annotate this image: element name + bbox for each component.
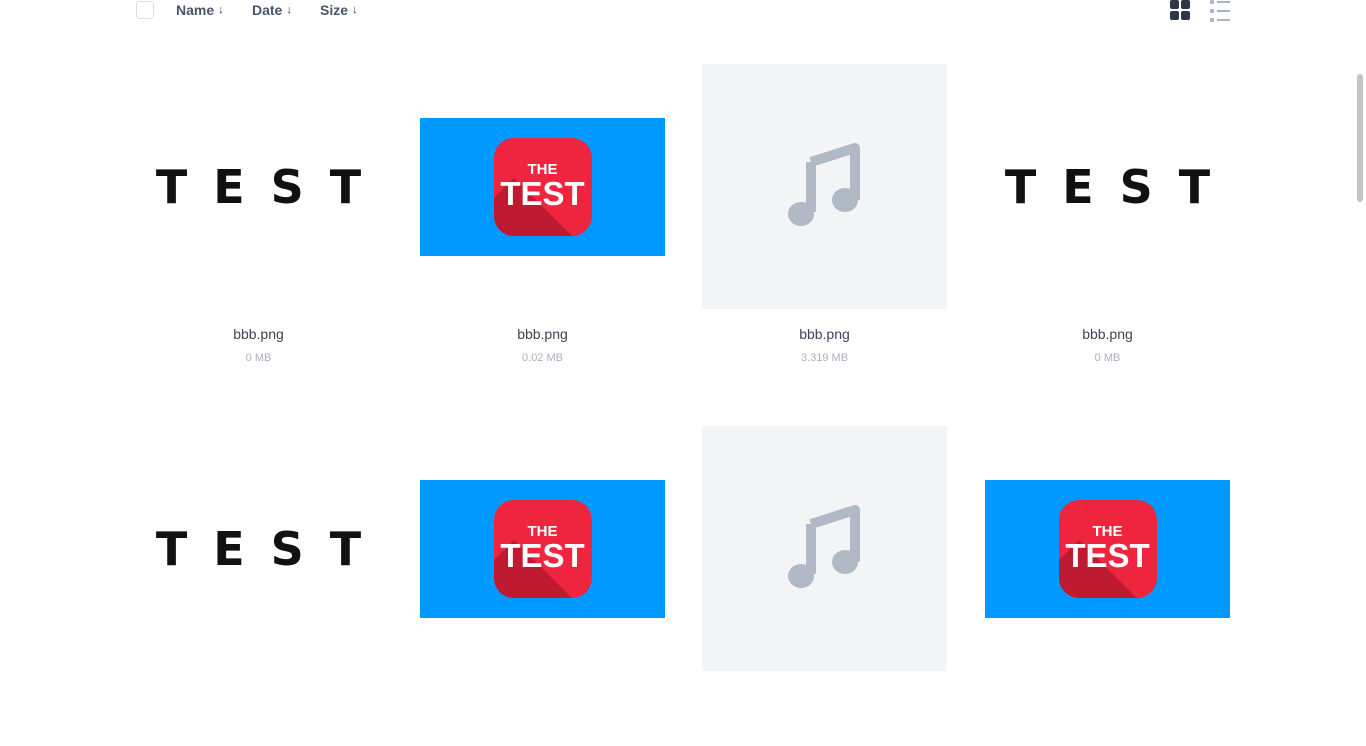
file-tile[interactable]: TEST bbb.png 0 MB — [136, 64, 381, 384]
sort-name-label: Name — [176, 2, 215, 18]
arrow-down-icon: ↓ — [286, 4, 292, 16]
thumbnail-banner: THE TEST — [420, 117, 665, 256]
badge-main-text: TEST — [500, 537, 585, 574]
file-size: 3.319 MB — [800, 352, 849, 364]
file-size: 0.02 MB — [522, 352, 563, 364]
file-thumbnail: TEST — [136, 426, 381, 671]
test-badge-logo: THE TEST — [493, 499, 592, 598]
thumbnail-logo-text: TEST — [155, 159, 381, 214]
music-note-icon — [787, 142, 860, 226]
file-thumbnail: TEST — [136, 64, 381, 309]
badge-main-text: TEST — [500, 175, 585, 212]
file-name[interactable]: bbb.png — [136, 326, 381, 342]
thumbnail-banner: THE TEST — [985, 479, 1230, 618]
scrollbar-thumb[interactable] — [1357, 74, 1363, 202]
file-tile[interactable]: THE TEST bbb.png 0.02 MB — [420, 64, 665, 384]
arrow-down-icon: ↓ — [218, 4, 224, 16]
test-badge-logo: THE TEST — [493, 137, 592, 236]
file-size: 0 MB — [245, 352, 272, 364]
file-tile[interactable]: THE TEST — [420, 426, 665, 746]
sort-by-date-button[interactable]: Date ↓ — [252, 2, 292, 18]
file-thumbnail: THE TEST — [985, 426, 1230, 671]
file-tile[interactable]: THE TEST — [985, 426, 1230, 746]
sort-by-name-button[interactable]: Name ↓ — [176, 2, 224, 18]
sort-date-label: Date — [252, 2, 283, 18]
file-size: 0 MB — [1094, 352, 1121, 364]
test-badge-logo: THE TEST — [1058, 499, 1157, 598]
file-name[interactable]: bbb.png — [985, 326, 1230, 342]
toolbar: Name ↓ Date ↓ Size ↓ — [0, 0, 1366, 24]
sort-size-label: Size — [320, 2, 349, 18]
file-tile[interactable] — [702, 426, 947, 746]
arrow-down-icon: ↓ — [352, 4, 358, 16]
list-view-icon[interactable] — [1210, 0, 1230, 22]
file-tile[interactable]: TEST — [136, 426, 381, 746]
thumbnail-logo-text: TEST — [155, 521, 381, 576]
music-note-icon — [787, 504, 860, 588]
thumbnail-logo-text: TEST — [1004, 159, 1230, 214]
select-all-checkbox[interactable] — [136, 1, 154, 19]
file-tile[interactable]: TEST bbb.png 0 MB — [985, 64, 1230, 384]
file-thumbnail: TEST — [985, 64, 1230, 309]
file-thumbnail: THE TEST — [420, 426, 665, 671]
file-name[interactable]: bbb.png — [420, 326, 665, 342]
file-thumbnail — [702, 426, 947, 671]
file-tile[interactable]: bbb.png 3.319 MB — [702, 64, 947, 384]
thumbnail-banner: THE TEST — [420, 479, 665, 618]
file-thumbnail: THE TEST — [420, 64, 665, 309]
grid-view-icon[interactable] — [1170, 0, 1190, 20]
file-name[interactable]: bbb.png — [702, 326, 947, 342]
badge-main-text: TEST — [1065, 537, 1150, 574]
file-thumbnail — [702, 64, 947, 309]
sort-by-size-button[interactable]: Size ↓ — [320, 2, 358, 18]
